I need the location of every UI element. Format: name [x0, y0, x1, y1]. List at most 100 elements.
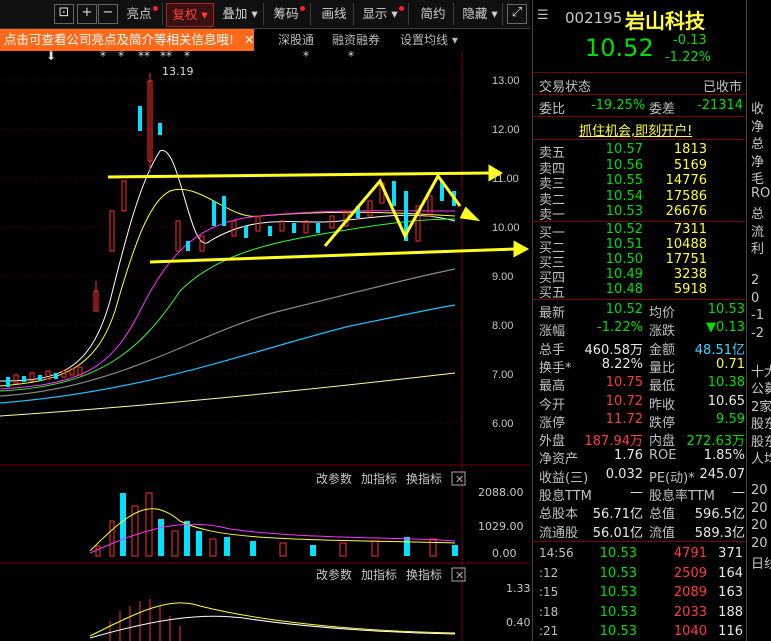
axis-label: 2088.00: [478, 486, 524, 499]
promo-close-icon[interactable]: ✕: [244, 32, 254, 47]
axis-label: 7.00: [492, 369, 513, 381]
f10-side-panel: 收净总净毛ROE总流利20-1-2十大公募2家股东股东人均20202020日线: [746, 0, 771, 641]
buy-price[interactable]: 10.52: [599, 222, 643, 237]
stat-value: 10.65: [707, 393, 745, 409]
fullscreen-icon[interactable]: ⤢: [507, 4, 527, 24]
axis-label: 0.40: [506, 616, 530, 629]
stat-value: 10.72: [605, 393, 643, 409]
side-panel-text: 20: [751, 483, 768, 498]
stock-code: 002195: [565, 9, 623, 27]
stat-value: 589.3亿: [694, 525, 745, 541]
add-indicator-button: 加指标: [361, 471, 397, 486]
sell-level-label: 卖一: [539, 208, 566, 223]
toolbar-display-button[interactable]: 显示 ▾: [358, 3, 409, 25]
tick-price: 10.53: [599, 604, 637, 620]
buy-price[interactable]: 10.51: [599, 237, 643, 252]
hk-connect-link[interactable]: 深股通: [278, 31, 314, 48]
stat-value: 187.94万: [584, 434, 644, 450]
axis-label: 12.00: [492, 124, 520, 136]
stat-value: 48.51亿: [694, 342, 745, 358]
toolbar-hide-button[interactable]: 隐藏 ▾: [458, 3, 503, 25]
sell-price[interactable]: 10.56: [599, 158, 643, 173]
tick-volume: 1040: [673, 624, 707, 639]
weicha-value: -21314: [697, 98, 744, 113]
axis-label: 6.00: [492, 418, 513, 430]
tick-time: :15: [539, 585, 559, 599]
stat-label: 最新: [539, 306, 566, 321]
price-change: -0.13: [673, 33, 707, 48]
buy-volume: 5918: [673, 282, 707, 297]
sell-volume: 1813: [673, 142, 707, 157]
tick-volume: 2033: [673, 604, 707, 620]
tick-price: 10.53: [599, 624, 637, 639]
buy-volume: 7311: [673, 222, 707, 237]
svg-text:*: *: [303, 51, 309, 63]
stat-value: 56.01亿: [592, 525, 643, 541]
side-panel-text: 人均: [751, 452, 771, 467]
kline-chart[interactable]: ⬇ * * ** ** * * * 13.19 13.00 12.00 11.0…: [0, 51, 530, 641]
stat-label: 涨幅: [539, 324, 566, 340]
sell-price[interactable]: 10.54: [599, 189, 643, 204]
sell-volume: 14776: [665, 173, 707, 188]
toolbar-chips-button[interactable]: 筹码: [268, 3, 311, 25]
chart-toolbar: ⊡ + − 亮点 复权 ▾ 叠加 ▾ 筹码 画线 显示 ▾ 简约 隐藏 ▾ ⤢: [0, 0, 530, 29]
open-account-link[interactable]: 抓住机会,即刻开户!: [579, 120, 692, 139]
switch-indicator-button: 换指标: [406, 471, 442, 486]
toolbar-adjust-button[interactable]: 复权 ▾: [166, 3, 214, 27]
stat-label: 今开: [539, 397, 566, 413]
sell-volume: 5169: [673, 157, 707, 173]
buy-volume: 10488: [665, 237, 707, 252]
side-panel-text: -2: [751, 325, 764, 341]
buy-price[interactable]: 10.50: [599, 252, 643, 267]
svg-text:*: *: [184, 51, 190, 63]
stat-value: 460.58万: [584, 342, 644, 358]
stat-label: 最高: [539, 379, 566, 395]
side-panel-text: 2: [751, 273, 760, 288]
add-indicator-button: 加指标: [361, 567, 397, 582]
tick-time: 14:56: [539, 546, 574, 560]
stat-value: 10.75: [605, 375, 643, 391]
stat-label: 昨收: [649, 397, 676, 413]
side-panel-text: 流: [751, 224, 765, 240]
tick-time: :12: [539, 565, 559, 580]
toolbar-draw-button[interactable]: 画线: [315, 3, 354, 25]
buy-price[interactable]: 10.49: [599, 267, 643, 282]
stat-value: 56.71亿: [592, 507, 643, 523]
zoom-in-icon[interactable]: +: [77, 4, 97, 24]
stat-value: 245.07: [699, 466, 746, 482]
side-panel-text: 股东: [751, 434, 771, 450]
sell-volume: 17586: [665, 188, 707, 204]
side-panel-text: 20: [751, 500, 768, 516]
side-panel-text: 0: [751, 290, 760, 306]
toolbar-simple-button[interactable]: 简约: [413, 3, 454, 25]
zoom-out-icon[interactable]: −: [98, 4, 118, 24]
toolbar-overlay-button[interactable]: 叠加 ▾: [217, 3, 264, 25]
tick-count: 164: [718, 565, 743, 581]
stat-label: 涨停: [539, 415, 566, 431]
tick-volume: 2509: [673, 565, 707, 581]
margin-trading-link[interactable]: 融资融券: [332, 31, 380, 48]
menu-icon[interactable]: ☰: [537, 8, 549, 23]
side-panel-text: 净: [751, 119, 765, 135]
side-panel-text: 十大: [751, 364, 771, 380]
axis-label: 1.33: [506, 582, 530, 595]
params-button: 改参数: [316, 567, 352, 582]
sell-price[interactable]: 10.55: [599, 173, 643, 188]
stat-label: 换手*: [539, 360, 572, 376]
stat-value: 9.59: [716, 411, 745, 427]
stat-label: 总股本: [539, 507, 579, 523]
stat-value: 1.76: [614, 448, 643, 464]
sell-price[interactable]: 10.53: [599, 204, 643, 219]
buy-price[interactable]: 10.48: [599, 282, 643, 297]
stat-value: 10.38: [707, 375, 745, 391]
axis-label: 1029.00: [478, 520, 524, 533]
stat-value: 11.72: [605, 411, 643, 427]
lock-icon[interactable]: ⊡: [54, 4, 74, 24]
toolbar-highlight-button[interactable]: 亮点: [122, 3, 163, 25]
stat-value: 8.22%: [601, 356, 643, 372]
sell-price[interactable]: 10.57: [599, 142, 643, 157]
buy-level-label: 买五: [539, 286, 566, 301]
ma-settings-link[interactable]: 设置均线 ▾: [400, 31, 458, 48]
promo-banner[interactable]: 点击可查看公司亮点及简介等相关信息哦! ✕: [0, 29, 254, 51]
stat-label: 外盘: [539, 434, 566, 450]
